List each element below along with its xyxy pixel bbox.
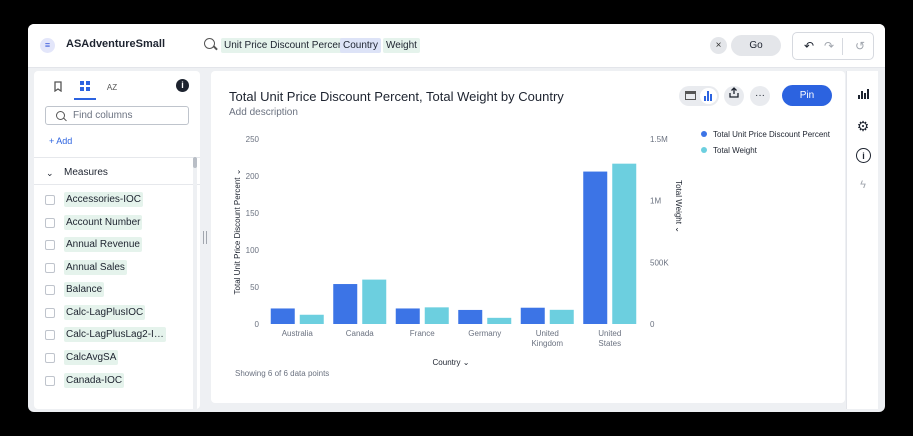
answer-card: Total Unit Price Discount Percent, Total… [211, 71, 845, 403]
column-label[interactable]: Balance [64, 282, 105, 297]
checkbox[interactable] [45, 308, 55, 318]
column-label[interactable]: Annual Sales [64, 260, 127, 275]
bar-weight-5 [612, 163, 637, 324]
column-label[interactable]: Annual Revenue [64, 237, 142, 252]
bar-discount-2 [395, 308, 420, 324]
y-tick-label: 50 [250, 283, 259, 292]
right-rail: ⚙ i ϟ [846, 71, 878, 409]
y-tick-label: 0 [255, 320, 260, 329]
data-panel: AZ i Find columns + Add ⌄ Measures Acces… [34, 71, 200, 409]
divider [34, 184, 200, 185]
x-tick-label: States [598, 339, 621, 348]
y2-axis-label: Total Weight ⌄ [674, 180, 683, 233]
bar-weight-3 [487, 317, 512, 324]
scrollbar-thumb[interactable] [193, 157, 197, 168]
search-token-weight[interactable]: Weight [383, 38, 420, 53]
app-window: ≡ ASAdventureSmall ⌄ Unit Price Discount… [28, 24, 885, 412]
datasource-name[interactable]: ASAdventureSmall [66, 38, 165, 50]
info-icon[interactable]: i [856, 148, 871, 163]
data-points-note: Showing 6 of 6 data points [235, 369, 330, 378]
search-icon [56, 111, 65, 120]
x-axis-label: Country ⌄ [433, 358, 470, 367]
y-tick-label: 100 [246, 246, 260, 255]
chevron-down-icon[interactable]: ⌄ [152, 37, 160, 48]
bar-chart: 0 50 100 150 200 250 0 500K 1M 1.5M Australia Canad… [233, 135, 683, 367]
checkbox[interactable] [45, 330, 55, 340]
bar-weight-2 [424, 307, 449, 324]
y-tick-label: 250 [246, 135, 260, 144]
add-column-link[interactable]: + Add [49, 136, 72, 146]
x-tick-label: Germany [468, 329, 501, 338]
undo-icon[interactable]: ↶ [804, 39, 814, 53]
y2-tick-label: 1M [650, 197, 661, 206]
find-columns-input[interactable]: Find columns [45, 106, 189, 125]
settings-icon[interactable]: ⚙ [855, 118, 871, 134]
section-title-measures[interactable]: Measures [64, 167, 108, 178]
sort-az-icon[interactable]: AZ [105, 81, 119, 95]
redo-icon[interactable]: ↷ [824, 39, 834, 53]
divider [842, 38, 843, 55]
bookmark-icon[interactable] [51, 81, 65, 95]
reset-icon[interactable]: ↺ [855, 39, 865, 53]
x-tick-label: Canada [346, 329, 375, 338]
go-button[interactable]: Go [731, 35, 781, 56]
search-bar: ≡ ASAdventureSmall ⌄ Unit Price Discount… [28, 24, 885, 68]
column-label[interactable]: Calc-LagPlusIOC [64, 305, 146, 320]
x-tick-label: France [410, 329, 435, 338]
bar-discount-0 [270, 308, 295, 324]
column-label[interactable]: CalcAvgSA [64, 350, 119, 365]
bar-weight-4 [549, 309, 574, 324]
bar-weight-1 [362, 279, 387, 324]
y-tick-label: 200 [246, 172, 260, 181]
bar-discount-1 [333, 284, 358, 324]
bar-chart-icon[interactable] [855, 88, 871, 104]
checkbox[interactable] [45, 263, 55, 273]
column-label[interactable]: Calc-LagPlusLag2-I… [64, 327, 166, 342]
checkbox[interactable] [45, 240, 55, 250]
database-icon[interactable]: ≡ [40, 38, 55, 53]
y-axis-label: Total Unit Price Discount Percent ⌄ [233, 169, 242, 295]
grid-icon[interactable] [78, 81, 92, 95]
x-tick-label: Australia [282, 329, 314, 338]
info-icon[interactable]: i [176, 79, 189, 92]
y2-tick-label: 500K [650, 258, 669, 267]
column-label[interactable]: Canada-IOC [64, 373, 125, 388]
find-columns-placeholder: Find columns [73, 110, 133, 121]
bar-discount-3 [458, 309, 483, 324]
y2-tick-label: 0 [650, 320, 655, 329]
column-label[interactable]: Account Number [64, 215, 143, 230]
search-token-country[interactable]: Country [340, 38, 382, 53]
bar-discount-5 [583, 171, 608, 324]
search-token-discount[interactable]: Unit Price Discount Percent [221, 38, 350, 53]
divider [34, 157, 200, 158]
panel-resize-handle[interactable] [203, 231, 207, 244]
clear-search-button[interactable]: × [710, 37, 727, 54]
checkbox[interactable] [45, 285, 55, 295]
search-icon [204, 38, 215, 49]
checkbox[interactable] [45, 376, 55, 386]
chevron-down-icon[interactable]: ⌄ [46, 168, 54, 179]
checkbox[interactable] [45, 218, 55, 228]
x-tick-label: United [598, 329, 621, 338]
scrollbar[interactable] [193, 157, 197, 409]
x-tick-label: United [536, 329, 559, 338]
bar-discount-4 [520, 307, 545, 324]
checkbox[interactable] [45, 195, 55, 205]
y-tick-label: 150 [246, 209, 260, 218]
active-tab-indicator [74, 98, 96, 100]
x-tick-label: Kingdom [531, 339, 563, 348]
history-controls: ↶ ↷ ↺ [792, 32, 874, 60]
bolt-icon[interactable]: ϟ [855, 177, 871, 193]
bar-weight-0 [299, 314, 324, 324]
y2-tick-label: 1.5M [650, 135, 668, 144]
checkbox[interactable] [45, 353, 55, 363]
column-label[interactable]: Accessories-IOC [64, 192, 144, 207]
